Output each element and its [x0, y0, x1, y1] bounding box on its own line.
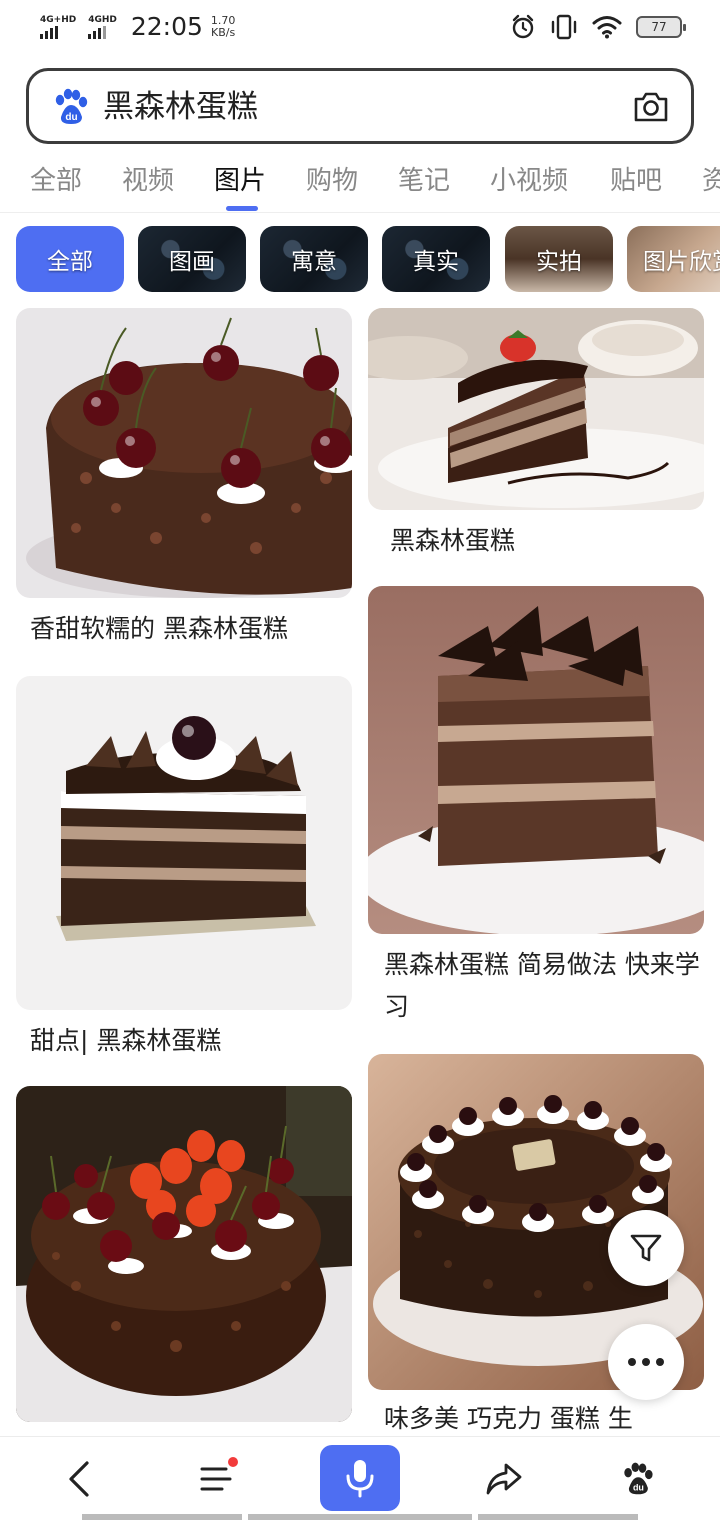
signal-1-label: 4G+HD — [40, 14, 77, 25]
chip-drawing-label: 图画 — [169, 249, 215, 275]
chip-all-label: 全部 — [47, 249, 93, 275]
result-image-5[interactable] — [16, 1086, 352, 1422]
speed-unit: KB/s — [211, 25, 236, 39]
chip-real[interactable]: 真实 — [382, 226, 490, 292]
svg-text:du: du — [65, 112, 77, 123]
tab-shopping[interactable]: 购物 — [306, 160, 358, 197]
baidu-paw-icon[interactable]: du — [51, 87, 91, 127]
chip-drawing[interactable]: 图画 — [138, 226, 246, 292]
microphone-icon — [346, 1460, 374, 1498]
wifi-icon — [592, 16, 622, 39]
category-tabs: 全部 视频 图片 购物 笔记 小视频 贴吧 资 — [0, 150, 720, 212]
alarm-icon — [512, 14, 534, 39]
chip-all[interactable]: 全部 — [16, 226, 124, 292]
svg-text:du: du — [633, 1483, 644, 1493]
notification-dot — [228, 1457, 238, 1467]
result-caption-6[interactable]: 味多美 巧克力 蛋糕 生 — [384, 1398, 684, 1436]
more-button[interactable] — [608, 1324, 684, 1400]
divider — [0, 212, 720, 213]
chip-gallery-label: 图片欣赏 — [643, 249, 720, 275]
filter-icon — [630, 1234, 662, 1262]
chip-meaning[interactable]: 寓意 — [260, 226, 368, 292]
chip-gallery[interactable]: 图片欣赏 — [627, 226, 720, 292]
voice-search-button[interactable] — [320, 1445, 400, 1511]
tab-more[interactable]: 资 — [702, 160, 720, 197]
share-button[interactable] — [464, 1445, 544, 1513]
tab-notes[interactable]: 笔记 — [398, 160, 450, 197]
tab-short-video[interactable]: 小视频 — [490, 160, 568, 197]
chip-meaning-label: 寓意 — [291, 249, 337, 275]
vibrate-icon — [551, 14, 577, 40]
chip-real-label: 真实 — [413, 249, 459, 275]
menu-button[interactable] — [176, 1445, 256, 1513]
gesture-bar-center — [248, 1514, 472, 1520]
tab-images[interactable]: 图片 — [214, 160, 266, 197]
filter-chips: 全部 图画 寓意 真实 实拍 图片欣赏 — [0, 226, 720, 292]
chip-photo[interactable]: 实拍 — [505, 226, 613, 292]
filter-button[interactable] — [608, 1210, 684, 1286]
share-icon — [486, 1463, 522, 1495]
menu-icon — [200, 1467, 232, 1491]
result-image-4[interactable] — [368, 586, 704, 934]
result-image-2[interactable] — [368, 308, 704, 510]
back-button[interactable] — [40, 1445, 120, 1513]
status-bar: 4G+HD 4GHD 22:05 1.70 KB/s 77 — [0, 0, 720, 56]
home-button[interactable]: du — [598, 1445, 678, 1513]
result-caption-4[interactable]: 黑森林蛋糕 简易做法 快来学习 — [384, 944, 704, 1028]
bottom-nav: du — [0, 1436, 720, 1520]
result-caption-3[interactable]: 甜点| 黑森林蛋糕 — [30, 1020, 350, 1062]
search-input[interactable]: 黑森林蛋糕 — [103, 85, 258, 129]
network-speed: 1.70 KB/s — [210, 13, 236, 39]
tab-tieba[interactable]: 贴吧 — [610, 160, 662, 197]
signal-2-label: 4GHD — [88, 14, 117, 25]
result-image-1[interactable] — [16, 308, 352, 598]
active-tab-indicator — [226, 206, 258, 211]
gesture-bar-right — [478, 1514, 638, 1520]
result-caption-2[interactable]: 黑森林蛋糕 — [390, 520, 690, 562]
gesture-bar-left — [82, 1514, 242, 1520]
baidu-paw-icon: du — [624, 1462, 653, 1495]
back-arrow-icon — [69, 1461, 89, 1497]
clock: 22:05 — [130, 12, 203, 41]
more-dots-icon — [628, 1358, 664, 1366]
search-bar[interactable]: du 黑森林蛋糕 — [26, 68, 694, 144]
speed-value: 1.70 — [210, 13, 236, 27]
chip-photo-label: 实拍 — [536, 249, 582, 275]
battery-level: 77 — [651, 20, 667, 34]
camera-icon[interactable] — [631, 87, 671, 127]
battery-icon: 77 — [636, 16, 686, 38]
signal-1-icon: 4G+HD — [40, 15, 76, 39]
tab-video[interactable]: 视频 — [122, 160, 174, 197]
result-image-3[interactable] — [16, 676, 352, 1010]
signal-2-icon: 4GHD — [88, 15, 117, 39]
result-caption-1[interactable]: 香甜软糯的 黑森林蛋糕 — [30, 608, 350, 650]
tab-all[interactable]: 全部 — [30, 160, 82, 197]
